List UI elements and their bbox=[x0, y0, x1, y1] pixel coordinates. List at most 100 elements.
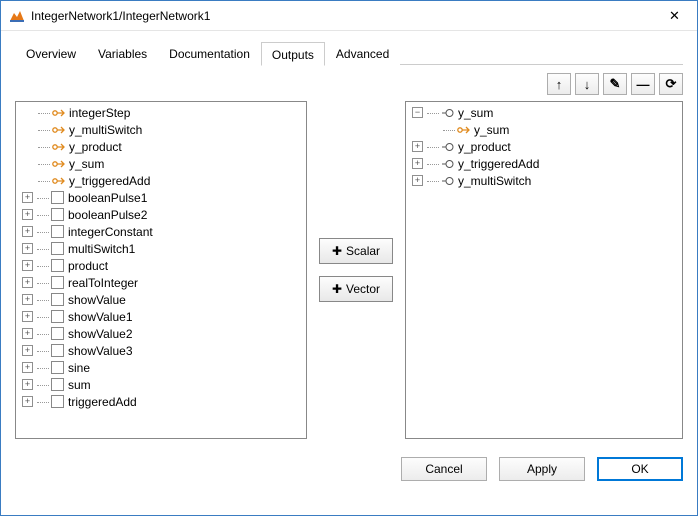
expand-icon[interactable]: + bbox=[22, 311, 33, 322]
ok-button[interactable]: OK bbox=[597, 457, 683, 481]
output-item[interactable]: − y_sum bbox=[406, 104, 682, 121]
tree-signal-item[interactable]: y_triggeredAdd bbox=[16, 172, 306, 189]
tab-variables[interactable]: Variables bbox=[87, 41, 158, 65]
scalar-label: Scalar bbox=[346, 244, 380, 258]
edit-button[interactable]: ✎ bbox=[603, 73, 627, 95]
tree-block-item[interactable]: +showValue1 bbox=[16, 308, 306, 325]
expand-icon[interactable]: − bbox=[412, 107, 423, 118]
tree-signal-item[interactable]: integerStep bbox=[16, 104, 306, 121]
tree-signal-item[interactable]: y_product bbox=[16, 138, 306, 155]
tree-item-label: y_multiSwitch bbox=[458, 174, 531, 188]
checkbox[interactable] bbox=[51, 242, 64, 255]
expand-icon[interactable]: + bbox=[22, 328, 33, 339]
checkbox[interactable] bbox=[51, 327, 64, 340]
tree-block-item[interactable]: + integerConstant bbox=[16, 223, 306, 240]
signal-icon bbox=[52, 158, 66, 170]
expand-icon[interactable]: + bbox=[22, 226, 33, 237]
tree-item-label: showValue3 bbox=[68, 344, 133, 358]
toolbar: ↑ ↓ ✎ — ⟳ bbox=[15, 65, 683, 101]
tree-block-item[interactable]: + multiSwitch1 bbox=[16, 240, 306, 257]
tree-block-item[interactable]: +booleanPulse1 bbox=[16, 189, 306, 206]
tree-item-label: y_sum bbox=[458, 106, 493, 120]
apply-button[interactable]: Apply bbox=[499, 457, 585, 481]
tab-advanced[interactable]: Advanced bbox=[325, 41, 400, 65]
output-icon bbox=[441, 141, 455, 153]
checkbox[interactable] bbox=[51, 378, 64, 391]
tree-item-label: integerConstant bbox=[68, 225, 153, 239]
tab-overview[interactable]: Overview bbox=[15, 41, 87, 65]
checkbox[interactable] bbox=[51, 293, 64, 306]
output-item[interactable]: + y_triggeredAdd bbox=[406, 155, 682, 172]
checkbox[interactable] bbox=[51, 276, 64, 289]
tree-block-item[interactable]: + sum bbox=[16, 376, 306, 393]
expand-icon[interactable]: + bbox=[412, 141, 423, 152]
checkbox[interactable] bbox=[51, 259, 64, 272]
tree-item-label: y_sum bbox=[69, 157, 104, 171]
tree-item-label: y_product bbox=[458, 140, 511, 154]
expand-icon[interactable]: + bbox=[22, 260, 33, 271]
tree-item-label: y_sum bbox=[474, 123, 509, 137]
signal-icon bbox=[52, 175, 66, 187]
add-vector-button[interactable]: ✚ Vector bbox=[319, 276, 393, 302]
move-down-button[interactable]: ↓ bbox=[575, 73, 599, 95]
output-item[interactable]: + y_multiSwitch bbox=[406, 172, 682, 189]
tree-item-label: integerStep bbox=[69, 106, 130, 120]
tree-item-label: sum bbox=[68, 378, 91, 392]
tab-bar: Overview Variables Documentation Outputs… bbox=[15, 41, 683, 65]
selected-outputs-tree[interactable]: − y_sum y_sum + y_product + y_triggeredAdd + y_m… bbox=[405, 101, 683, 439]
tree-block-item[interactable]: + realToInteger bbox=[16, 274, 306, 291]
tree-block-item[interactable]: +showValue bbox=[16, 291, 306, 308]
tree-item-label: y_triggeredAdd bbox=[458, 157, 539, 171]
expand-icon[interactable]: + bbox=[22, 192, 33, 203]
tab-documentation[interactable]: Documentation bbox=[158, 41, 261, 65]
expand-icon[interactable]: + bbox=[22, 362, 33, 373]
checkbox[interactable] bbox=[51, 344, 64, 357]
tree-item-label: triggeredAdd bbox=[68, 395, 137, 409]
output-icon bbox=[441, 175, 455, 187]
expand-icon[interactable]: + bbox=[412, 175, 423, 186]
tree-block-item[interactable]: +sine bbox=[16, 359, 306, 376]
tree-block-item[interactable]: + product bbox=[16, 257, 306, 274]
checkbox[interactable] bbox=[51, 361, 64, 374]
available-outputs-tree[interactable]: integerStep y_multiSwitchy_product y_sumy_… bbox=[15, 101, 307, 439]
expand-icon[interactable]: + bbox=[22, 379, 33, 390]
tree-item-label: realToInteger bbox=[68, 276, 138, 290]
checkbox[interactable] bbox=[51, 208, 64, 221]
tree-item-label: multiSwitch1 bbox=[68, 242, 135, 256]
expand-icon[interactable]: + bbox=[412, 158, 423, 169]
expand-icon[interactable]: + bbox=[22, 243, 33, 254]
plus-icon: ✚ bbox=[332, 244, 342, 258]
expand-icon[interactable]: + bbox=[22, 209, 33, 220]
expand-icon[interactable]: + bbox=[22, 396, 33, 407]
output-item[interactable]: + y_product bbox=[406, 138, 682, 155]
signal-icon bbox=[52, 107, 66, 119]
checkbox[interactable] bbox=[51, 191, 64, 204]
output-child-item[interactable]: y_sum bbox=[406, 121, 682, 138]
cancel-button[interactable]: Cancel bbox=[401, 457, 487, 481]
tree-block-item[interactable]: +showValue2 bbox=[16, 325, 306, 342]
tree-signal-item[interactable]: y_multiSwitch bbox=[16, 121, 306, 138]
tree-block-item[interactable]: + triggeredAdd bbox=[16, 393, 306, 410]
expand-icon[interactable]: + bbox=[22, 345, 33, 356]
checkbox[interactable] bbox=[51, 310, 64, 323]
tree-item-label: product bbox=[68, 259, 108, 273]
tab-outputs[interactable]: Outputs bbox=[261, 42, 325, 66]
add-scalar-button[interactable]: ✚ Scalar bbox=[319, 238, 393, 264]
vector-label: Vector bbox=[346, 282, 380, 296]
checkbox[interactable] bbox=[51, 395, 64, 408]
tree-spacer bbox=[428, 124, 439, 135]
refresh-button[interactable]: ⟳ bbox=[659, 73, 683, 95]
move-up-button[interactable]: ↑ bbox=[547, 73, 571, 95]
checkbox[interactable] bbox=[51, 225, 64, 238]
signal-icon bbox=[52, 124, 66, 136]
tree-block-item[interactable]: + showValue3 bbox=[16, 342, 306, 359]
tree-block-item[interactable]: +booleanPulse2 bbox=[16, 206, 306, 223]
plus-icon: ✚ bbox=[332, 282, 342, 296]
close-button[interactable]: ✕ bbox=[652, 1, 697, 30]
expand-icon[interactable]: + bbox=[22, 277, 33, 288]
dialog-footer: Cancel Apply OK bbox=[1, 439, 697, 495]
expand-icon[interactable]: + bbox=[22, 294, 33, 305]
remove-button[interactable]: — bbox=[631, 73, 655, 95]
tree-signal-item[interactable]: y_sum bbox=[16, 155, 306, 172]
tree-item-label: y_multiSwitch bbox=[69, 123, 142, 137]
